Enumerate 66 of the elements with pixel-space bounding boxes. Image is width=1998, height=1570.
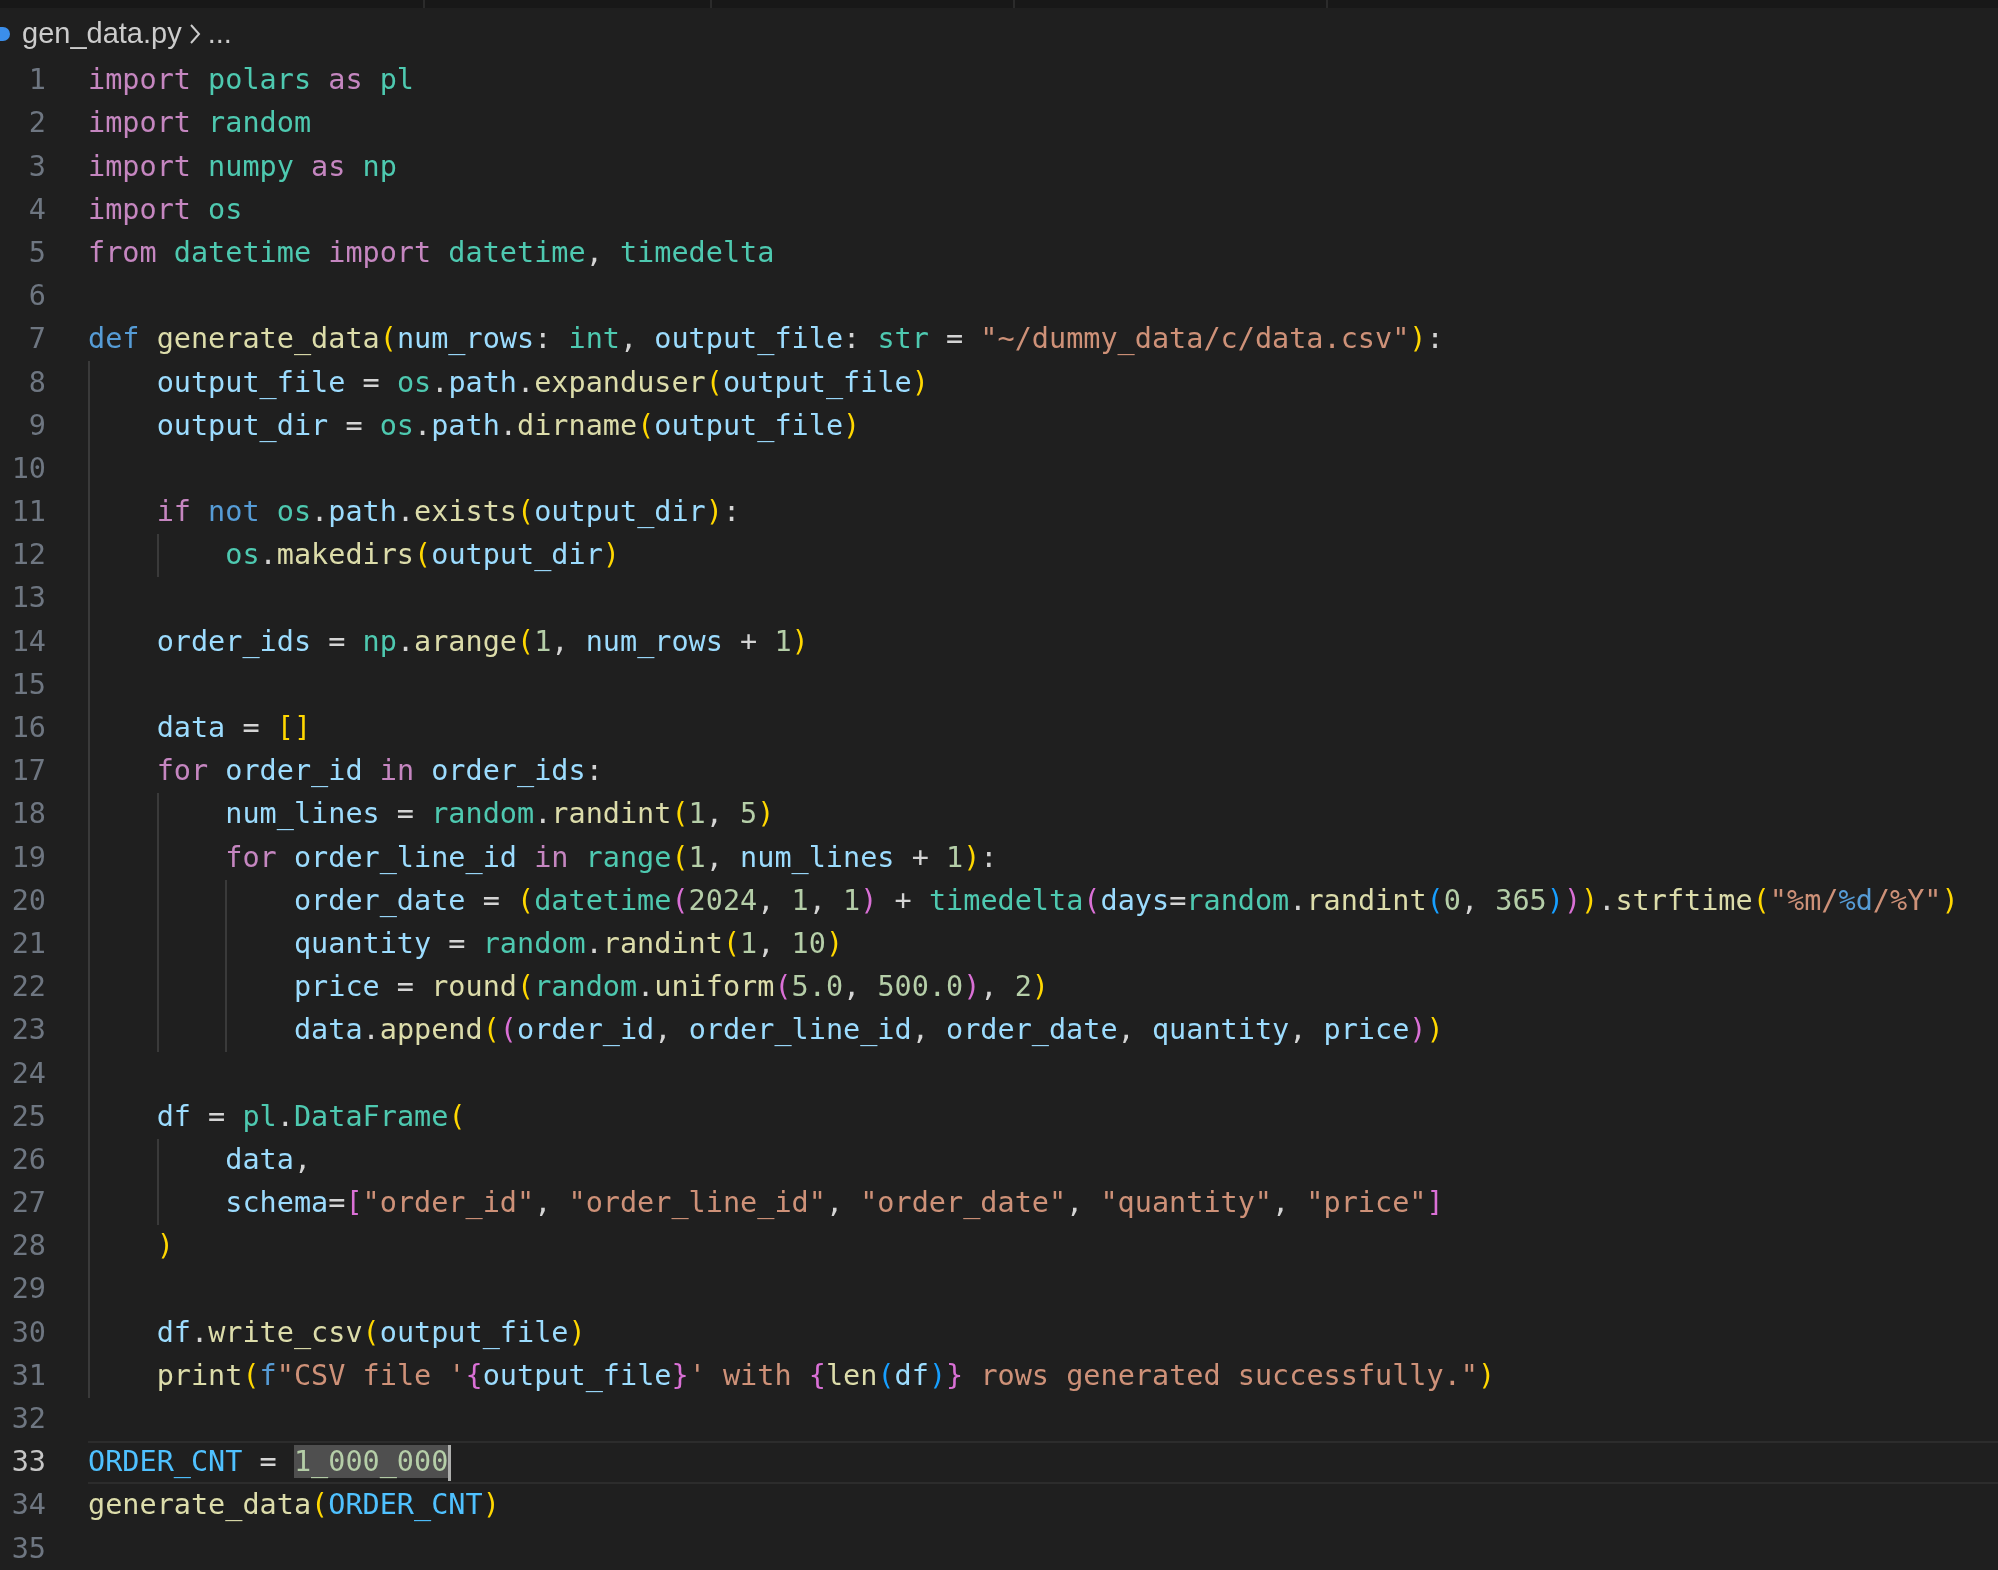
line-number: 7	[27, 321, 46, 358]
line-number: 13	[10, 580, 46, 617]
code-line: df.write_csv(output_file)	[155, 1314, 586, 1351]
code-line: for order_line_id in range(1, num_lines + 1):	[224, 839, 998, 876]
line-number: 24	[10, 1055, 46, 1092]
line-number: 23	[10, 1012, 46, 1049]
code-line: df = pl.DataFrame(	[155, 1098, 466, 1135]
line-number: 8	[27, 364, 46, 401]
file-icon	[0, 26, 10, 41]
code-line: print(f"CSV file '{output_file}' with {len(df)} rows generated successfully.")	[155, 1357, 1496, 1394]
line-number: 19	[10, 839, 46, 876]
line-number: 21	[10, 925, 46, 962]
line-number: 15	[10, 666, 46, 703]
code-line: data = []	[155, 710, 312, 747]
code-line: for order_id in order_ids:	[155, 753, 603, 790]
line-number: 32	[10, 1401, 46, 1438]
text-cursor	[448, 1445, 452, 1482]
code-line: import os	[88, 191, 243, 228]
line-number: 3	[27, 148, 46, 185]
code-line: import random	[88, 105, 312, 142]
code-line: if not os.path.exists(output_dir):	[155, 494, 741, 531]
code-line: price = round(random.uniform(5.0, 500.0), 2)	[292, 969, 1049, 1006]
code-line: import polars as pl	[88, 62, 415, 99]
code-line: output_dir = os.path.dirname(output_file)	[155, 407, 861, 444]
line-number: 5	[27, 234, 46, 271]
line-number: 34	[10, 1487, 46, 1524]
line-number: 16	[10, 710, 46, 747]
line-number: 33	[10, 1444, 46, 1481]
breadcrumb-item[interactable]: ...	[207, 11, 232, 56]
code-line: def generate_data(num_rows: int, output_file: str = "~/dummy_data/c/data.csv"):	[88, 321, 1444, 358]
line-number: 11	[10, 494, 46, 531]
code-line: generate_data(ORDER_CNT)	[88, 1487, 500, 1524]
code-line: os.makedirs(output_dir)	[224, 537, 620, 574]
code-line: num_lines = random.randint(1, 5)	[224, 796, 775, 833]
code-line: ORDER_CNT = 1_000_000	[88, 1441, 452, 1484]
line-number: 18	[10, 796, 46, 833]
line-number: 35	[10, 1530, 46, 1567]
code-line: quantity = random.randint(1, 10)	[292, 925, 844, 962]
code-line: data,	[224, 1141, 312, 1178]
line-number: 17	[10, 753, 46, 790]
line-number: 29	[10, 1271, 46, 1308]
code-line: output_file = os.path.expanduser(output_file)	[155, 364, 929, 401]
breadcrumb-item[interactable]: gen_data.py	[22, 11, 182, 56]
line-number: 1	[27, 62, 46, 99]
code-line: import numpy as np	[88, 148, 397, 185]
code-line: )	[155, 1228, 174, 1265]
code-line: from datetime import datetime, timedelta	[88, 234, 775, 271]
code-line: schema=["order_id", "order_line_id", "order_date", "quantity", "price"]	[224, 1185, 1444, 1222]
code-line: order_ids = np.arange(1, num_rows + 1)	[155, 623, 809, 660]
line-number: 27	[10, 1185, 46, 1222]
line-number: 31	[10, 1357, 46, 1394]
code-line: order_date = (datetime(2024, 1, 1) + timedelta(days=random.randint(0, 365))).strftime("%m/%d/%Y")	[292, 882, 1959, 919]
line-number: 28	[10, 1228, 46, 1265]
line-number: 9	[27, 407, 46, 444]
line-number: 10	[10, 450, 46, 487]
line-number: 25	[10, 1098, 46, 1135]
line-number: 6	[27, 278, 46, 315]
code-line: data.append((order_id, order_line_id, order_date, quantity, price))	[292, 1012, 1444, 1049]
line-number: 30	[10, 1314, 46, 1351]
line-number: 26	[10, 1141, 46, 1178]
line-number: 2	[27, 105, 46, 142]
line-number: 22	[10, 969, 46, 1006]
line-number: 4	[27, 191, 46, 228]
line-number: 20	[10, 882, 46, 919]
line-number: 12	[10, 537, 46, 574]
line-number: 14	[10, 623, 46, 660]
